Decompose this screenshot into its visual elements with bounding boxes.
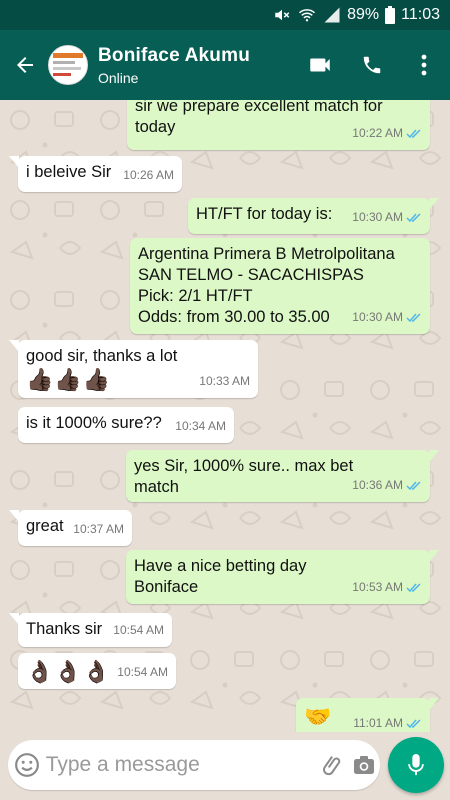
battery-icon: [385, 6, 396, 24]
camera-icon: [354, 756, 375, 774]
chat-header: Boniface Akumu Online: [0, 30, 450, 100]
composer-bar: [0, 732, 450, 800]
message-time: 11:01 AM: [353, 716, 403, 730]
camera-button[interactable]: [348, 740, 380, 790]
message-bubble-incoming[interactable]: Thanks sir 10:54 AM: [9, 613, 172, 647]
message-bubble-outgoing[interactable]: 🤝 11:01 AM: [296, 698, 439, 732]
message-time: 10:30 AM: [352, 310, 403, 324]
message-bubble-outgoing[interactable]: Argentina Primera B Metrolpolitana SAN T…: [130, 238, 430, 334]
read-receipt-icon: [406, 480, 421, 490]
read-receipt-icon: [406, 312, 421, 322]
avatar[interactable]: [48, 45, 88, 85]
mute-icon: [275, 9, 290, 21]
read-receipt-icon: [406, 718, 421, 728]
message-bubble-incoming[interactable]: good sir, thanks a lot 👍🏿👍🏿👍🏿 10:33 AM: [9, 340, 258, 398]
arrow-left-icon: [17, 57, 33, 73]
microphone-icon: [408, 754, 424, 776]
wifi-icon: [299, 9, 316, 22]
smiley-icon: [14, 753, 39, 777]
message-time: 10:53 AM: [352, 580, 403, 594]
emoji-button[interactable]: [8, 740, 46, 790]
message-bubble-outgoing[interactable]: sir we prepare excellent match for today…: [127, 100, 430, 150]
message-time: 10:26 AM: [123, 168, 174, 182]
phone-icon: [363, 56, 381, 74]
message-time: 10:54 AM: [117, 665, 168, 679]
message-time: 10:36 AM: [352, 478, 403, 492]
message-bubble-incoming[interactable]: i beleive Sir 10:26 AM: [9, 156, 182, 192]
message-time: 10:33 AM: [199, 374, 250, 388]
contact-status: Online: [98, 69, 139, 86]
attach-button[interactable]: [317, 740, 349, 790]
read-receipt-icon: [406, 128, 421, 138]
voice-message-button[interactable]: [388, 737, 444, 793]
message-bubble-outgoing[interactable]: Have a nice betting day Boniface 10:53 A…: [126, 550, 439, 604]
clock: 11:03: [401, 6, 440, 23]
message-time: 10:30 AM: [352, 210, 403, 224]
message-input[interactable]: [45, 753, 317, 777]
status-bar: 89% 11:03: [0, 0, 450, 30]
message-time: 10:34 AM: [175, 419, 226, 433]
message-bubble-incoming[interactable]: 👌🏿👌🏿👌🏿 10:54 AM: [18, 653, 176, 689]
message-bubble-incoming[interactable]: is it 1000% sure?? 10:34 AM: [18, 407, 234, 443]
composer: [8, 740, 380, 790]
message-time: 10:54 AM: [113, 623, 164, 637]
back-button[interactable]: [2, 30, 48, 100]
signal-icon: [324, 7, 340, 23]
message-bubble-outgoing[interactable]: yes Sir, 1000% sure.. max bet match 10:3…: [126, 450, 439, 502]
message-text: good sir, thanks a lot: [26, 347, 178, 365]
contact-info[interactable]: Boniface Akumu Online: [98, 45, 294, 86]
message-time: 10:37 AM: [73, 522, 124, 536]
more-options-button[interactable]: [398, 30, 450, 100]
voice-call-button[interactable]: [346, 30, 398, 100]
paperclip-icon: [322, 756, 340, 776]
contact-name: Boniface Akumu: [98, 44, 251, 66]
message-time: 10:22 AM: [352, 126, 403, 140]
message-bubble-outgoing[interactable]: HT/FT for today is: 10:30 AM: [188, 198, 439, 234]
message-list[interactable]: sir we prepare excellent match for today…: [0, 100, 450, 732]
more-vertical-icon: [421, 54, 427, 76]
read-receipt-icon: [406, 582, 421, 592]
message-bubble-incoming[interactable]: great 10:37 AM: [9, 510, 132, 546]
battery-percent: 89%: [347, 6, 380, 23]
video-camera-icon: [310, 58, 330, 72]
video-call-button[interactable]: [294, 30, 346, 100]
read-receipt-icon: [406, 212, 421, 222]
